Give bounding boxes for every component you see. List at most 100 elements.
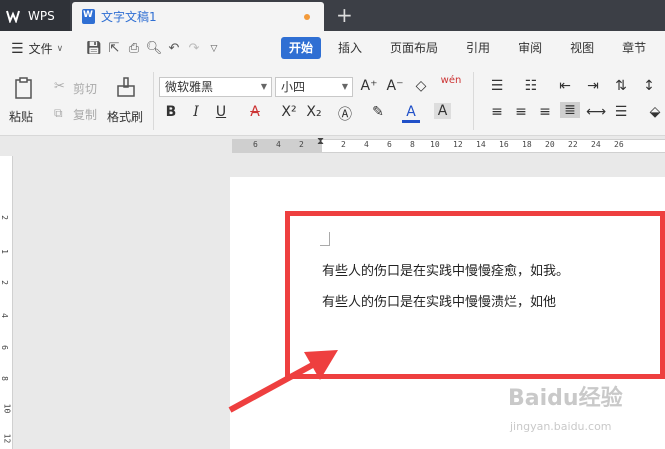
ruler-number: 14	[476, 140, 486, 149]
customize-toolbar-icon[interactable]: ▽	[204, 44, 224, 54]
divider	[473, 72, 474, 130]
chevron-down-icon: ∨	[56, 43, 64, 54]
ruler-number: 26	[614, 140, 624, 149]
ruler-number: 4	[0, 313, 9, 318]
print-preview-icon[interactable]: 🔍︎	[144, 41, 164, 56]
font-name-select[interactable]: 微软雅黑 ▼	[159, 77, 272, 97]
chevron-down-icon: ▼	[341, 82, 348, 91]
new-tab-button[interactable]: +	[336, 3, 353, 27]
ruler-number: 12	[2, 433, 12, 444]
document-tab[interactable]: 文字文稿1	[72, 2, 324, 31]
sort-icon[interactable]: ⇅	[612, 78, 630, 94]
cut-button[interactable]: 剪切	[73, 80, 97, 97]
annotation-arrow-icon	[228, 350, 338, 413]
paragraph-spacing-icon[interactable]: ☰	[612, 104, 630, 120]
ruler-number: 4	[364, 140, 369, 149]
highlight-icon[interactable]: ✎	[369, 104, 387, 120]
export-icon[interactable]: ⇱	[104, 41, 124, 56]
ruler-number: 8	[410, 140, 415, 149]
align-left-icon[interactable]: ≡	[488, 104, 506, 120]
align-center-icon[interactable]: ≡	[512, 104, 530, 120]
indent-marker-icon[interactable]: ⧗	[317, 136, 324, 147]
clear-format-icon[interactable]: ◇	[412, 78, 430, 94]
file-menu[interactable]: ☰ 文件 ∨	[0, 40, 84, 57]
ruler-number: 2	[341, 140, 346, 149]
menu-bar: ☰ 文件 ∨ 💾︎ ⇱ ⎙ 🔍︎ ↶ ↷ ▽ 开始 插入 页面布局 引用 审阅 …	[0, 31, 665, 66]
tab-page-layout[interactable]: 页面布局	[379, 37, 449, 59]
paste-button[interactable]: 粘贴	[9, 108, 33, 125]
copy-button[interactable]: 复制	[73, 106, 97, 123]
ruler-number: 6	[387, 140, 392, 149]
ruler-number: 10	[430, 140, 440, 149]
ruler-number: 22	[568, 140, 578, 149]
format-painter-icon[interactable]	[114, 76, 138, 100]
phonetic-guide-icon[interactable]: wén	[440, 75, 462, 86]
hamburger-icon: ☰	[11, 40, 24, 57]
bullet-list-icon[interactable]: ☰	[488, 78, 506, 94]
title-bar: WPS 文字文稿1 +	[0, 0, 665, 31]
save-icon[interactable]: 💾︎	[84, 41, 104, 56]
tab-references[interactable]: 引用	[455, 37, 501, 59]
format-painter-button[interactable]: 格式刷	[107, 108, 143, 125]
italic-icon[interactable]: I	[187, 104, 205, 120]
distributed-icon[interactable]: ⟷	[586, 104, 606, 120]
print-icon[interactable]: ⎙	[124, 41, 144, 56]
shrink-font-icon[interactable]: A⁻	[386, 78, 404, 94]
font-color-icon[interactable]: A	[402, 104, 420, 123]
font-name-value: 微软雅黑	[165, 80, 214, 94]
bold-icon[interactable]: B	[162, 104, 180, 120]
ruler-number: 8	[0, 376, 9, 381]
tab-insert[interactable]: 插入	[327, 37, 373, 59]
file-menu-label: 文件	[28, 42, 53, 56]
undo-icon[interactable]: ↶	[164, 41, 184, 56]
ruler-number: 4	[276, 140, 281, 149]
shading-icon[interactable]: ⬙	[646, 104, 664, 120]
chevron-down-icon: ▼	[260, 82, 267, 91]
ribbon-tabs: 开始 插入 页面布局 引用 审阅 视图 章节	[281, 37, 663, 59]
scissors-icon[interactable]: ✂	[54, 79, 65, 94]
vertical-ruler[interactable]: 2 1 2 4 6 8 10 12	[0, 156, 13, 449]
numbered-list-icon[interactable]: ☷	[522, 78, 540, 94]
wps-logo-icon	[6, 10, 20, 23]
strikethrough-icon[interactable]: A	[246, 104, 264, 120]
paste-icon[interactable]	[13, 76, 37, 100]
grow-font-icon[interactable]: A⁺	[360, 78, 378, 94]
decrease-indent-icon[interactable]: ⇤	[556, 78, 574, 94]
wps-app-tab[interactable]: WPS	[0, 0, 70, 31]
document-icon	[82, 9, 95, 24]
increase-indent-icon[interactable]: ⇥	[584, 78, 602, 94]
divider	[153, 72, 154, 130]
tab-view[interactable]: 视图	[559, 37, 605, 59]
ribbon-toolbar: 粘贴 ✂ 剪切 ⧉ 复制 格式刷 微软雅黑 ▼ 小四 ▼ A⁺ A⁻ ◇ wén…	[0, 66, 665, 136]
ruler-number: 16	[499, 140, 509, 149]
ruler-number: 24	[591, 140, 601, 149]
font-size-select[interactable]: 小四 ▼	[275, 77, 353, 97]
ruler-number: 1	[0, 249, 9, 254]
redo-icon[interactable]: ↷	[184, 41, 204, 56]
ruler-number: 18	[522, 140, 532, 149]
tab-section[interactable]: 章节	[611, 37, 657, 59]
superscript-icon[interactable]: X²	[280, 104, 298, 120]
baidu-watermark-logo: Baidu经验	[508, 386, 623, 411]
document-tab-label: 文字文稿1	[101, 10, 157, 24]
unsaved-indicator	[304, 14, 310, 20]
subscript-icon[interactable]: X₂	[305, 104, 323, 120]
align-right-icon[interactable]: ≡	[536, 104, 554, 120]
char-shading-icon[interactable]: A	[434, 103, 451, 119]
copy-icon[interactable]: ⧉	[54, 106, 63, 121]
ruler-number: 2	[0, 215, 9, 220]
tab-review[interactable]: 审阅	[507, 37, 553, 59]
ruler-number: 10	[2, 403, 12, 414]
ruler-number: 6	[0, 345, 9, 350]
ruler-number: 12	[453, 140, 463, 149]
text-effect-icon[interactable]: Ⓐ	[336, 104, 354, 124]
line-spacing-icon[interactable]: ↕	[640, 78, 658, 94]
horizontal-ruler[interactable]: 6 4 2 ⧗ 2 4 6 8 10 12 14 16 18 20 22 24 …	[0, 136, 665, 156]
app-tab-label: WPS	[28, 8, 55, 23]
ruler-number: 2	[0, 280, 9, 285]
underline-icon[interactable]: U	[212, 104, 230, 120]
tab-home[interactable]: 开始	[281, 37, 322, 59]
justify-icon[interactable]: ≣	[560, 102, 580, 118]
ruler-number: 6	[253, 140, 258, 149]
font-size-value: 小四	[281, 80, 306, 94]
